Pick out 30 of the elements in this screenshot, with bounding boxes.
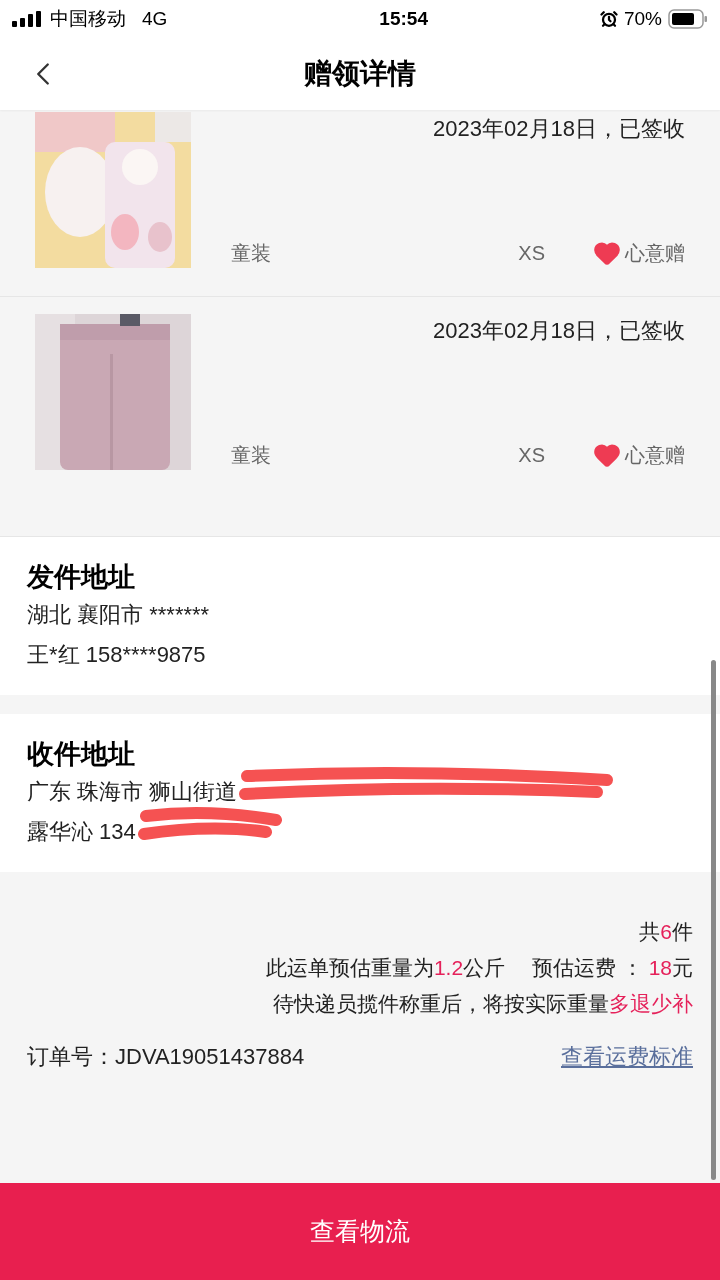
sign-date: 2023年02月18日，已签收 bbox=[433, 317, 685, 345]
fee-standard-link[interactable]: 查看运费标准 bbox=[561, 1040, 693, 1073]
address-text: 湖北 襄阳市 ******* bbox=[27, 601, 210, 629]
address-text: 广东 珠海市 狮山街道 bbox=[27, 778, 238, 806]
address-title: 收件地址 bbox=[27, 738, 136, 771]
category-text: 童装 bbox=[231, 241, 271, 266]
order-number: 订单号：JDVA19051437884 bbox=[27, 1043, 305, 1071]
battery-icon bbox=[668, 9, 708, 29]
category-text: 童装 bbox=[231, 443, 271, 468]
network-text: 4G bbox=[142, 6, 168, 31]
sign-date: 2023年02月18日，已签收 bbox=[433, 115, 685, 143]
summary-text: 待快递员揽件称重后，将按实际重量多退少补 bbox=[273, 991, 693, 1017]
signal-icon bbox=[12, 11, 44, 27]
size-text: XS bbox=[518, 241, 545, 266]
summary-text: 共6件 bbox=[639, 919, 693, 945]
gift-tag: 心意赠 bbox=[625, 440, 685, 470]
heart-icon bbox=[593, 441, 621, 469]
contact-text: 王*红 158****9875 bbox=[27, 641, 206, 669]
carrier-text: 中国移动 bbox=[50, 6, 126, 31]
view-logistics-button[interactable]: 查看物流 bbox=[0, 1183, 720, 1280]
size-text: XS bbox=[518, 443, 545, 468]
battery-text: 70% bbox=[623, 6, 662, 31]
address-title: 发件地址 bbox=[27, 561, 136, 594]
status-time: 15:54 bbox=[379, 6, 428, 31]
contact-text: 露华沁 134 bbox=[27, 818, 136, 846]
page-title: 赠领详情 bbox=[304, 57, 416, 91]
gift-tag: 心意赠 bbox=[625, 238, 685, 268]
summary-text: 此运单预估重量为1.2公斤 预估运费 ： 18元 bbox=[265, 955, 693, 981]
alarm-icon bbox=[599, 10, 618, 28]
heart-icon bbox=[593, 239, 621, 267]
